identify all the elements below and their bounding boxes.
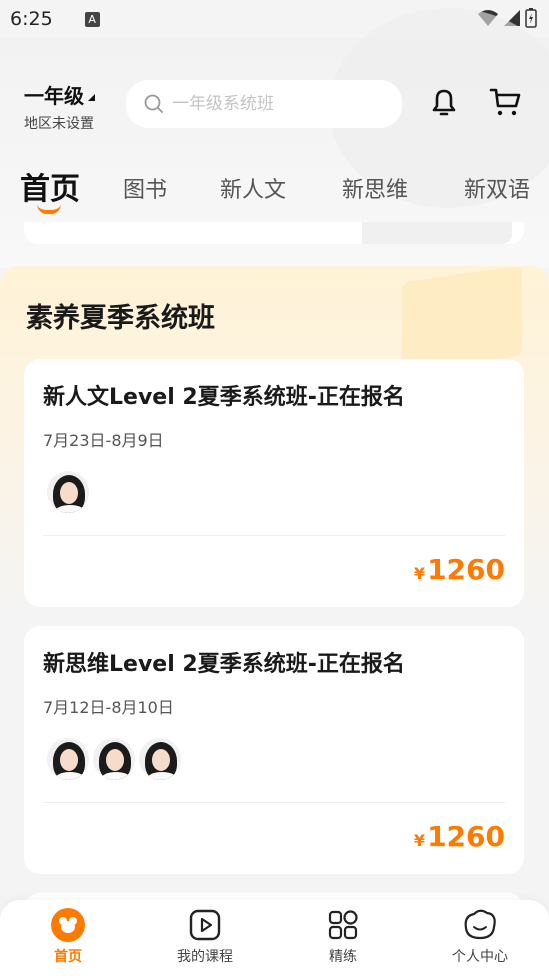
section-decoration <box>402 265 522 373</box>
currency-symbol: ¥ <box>413 564 426 583</box>
profile-icon <box>464 909 496 940</box>
course-title: 新思维Level 2夏季系统班-正在报名 <box>43 652 405 677</box>
search-bar[interactable] <box>126 80 402 128</box>
grid-icon <box>328 910 358 940</box>
tab-humanities[interactable]: 新人文 <box>220 172 286 204</box>
teacher-avatars <box>45 736 183 782</box>
course-price: ¥ 1260 <box>414 820 505 853</box>
bell-icon[interactable] <box>428 86 460 118</box>
status-time: 6:25 <box>10 8 53 30</box>
course-date: 7月23日-8月9日 <box>43 431 164 450</box>
course-title: 新人文Level 2夏季系统班-正在报名 <box>43 385 405 410</box>
summer-course-section: 素养夏季系统班 新人文Level 2夏季系统班-正在报名 7月23日-8月9日 … <box>0 265 549 906</box>
teacher-avatar <box>137 736 183 782</box>
course-card[interactable]: 新人文Level 2夏季系统班-正在报名 7月23日-8月9日 ¥ 1260 <box>24 359 524 607</box>
home-icon <box>51 908 85 942</box>
course-card[interactable]: 新思维Level 2夏季系统班-正在报名 7月12日-8月10日 ¥ 1260 <box>24 626 524 874</box>
price-value: 1260 <box>427 553 505 586</box>
course-date: 7月12日-8月10日 <box>43 698 174 717</box>
tab-thinking[interactable]: 新思维 <box>342 172 408 204</box>
course-price: ¥ 1260 <box>414 553 505 586</box>
caret-icon <box>88 94 95 101</box>
nav-profile-label: 个人中心 <box>452 949 508 965</box>
teacher-avatar <box>45 736 91 782</box>
grade-selector[interactable]: 一年级 地区未设置 <box>24 80 95 133</box>
currency-symbol: ¥ <box>413 831 426 850</box>
tab-bilingual[interactable]: 新双语 <box>464 172 530 204</box>
bottom-nav: 首页 我的课程 精练 个人中心 <box>0 900 549 976</box>
tab-home[interactable]: 首页 <box>20 164 80 208</box>
region-label: 地区未设置 <box>24 116 94 132</box>
nav-practice-label: 精练 <box>329 949 357 965</box>
nav-my-courses-label: 我的课程 <box>177 949 233 965</box>
price-value: 1260 <box>427 820 505 853</box>
teacher-avatar <box>91 736 137 782</box>
card-divider <box>43 802 505 803</box>
section-title: 素养夏季系统班 <box>26 303 215 334</box>
notification-a-icon: A <box>84 11 100 27</box>
grade-label: 一年级 <box>24 84 84 108</box>
teacher-avatars <box>45 469 91 515</box>
nav-practice[interactable]: 精练 <box>293 908 393 974</box>
teacher-avatar <box>45 469 91 515</box>
nav-home-label: 首页 <box>54 949 82 965</box>
banner-image <box>362 222 512 244</box>
tab-books[interactable]: 图书 <box>123 172 167 204</box>
nav-my-courses[interactable]: 我的课程 <box>155 908 255 974</box>
cart-icon[interactable] <box>489 86 523 118</box>
nav-profile[interactable]: 个人中心 <box>430 908 530 974</box>
play-icon <box>189 909 221 941</box>
category-tabs: 首页 图书 新人文 新思维 新双语 <box>0 158 549 218</box>
nav-home[interactable]: 首页 <box>18 908 118 974</box>
card-divider <box>43 535 505 536</box>
search-input[interactable] <box>172 94 392 114</box>
battery-icon <box>525 8 537 28</box>
search-icon <box>144 94 163 113</box>
